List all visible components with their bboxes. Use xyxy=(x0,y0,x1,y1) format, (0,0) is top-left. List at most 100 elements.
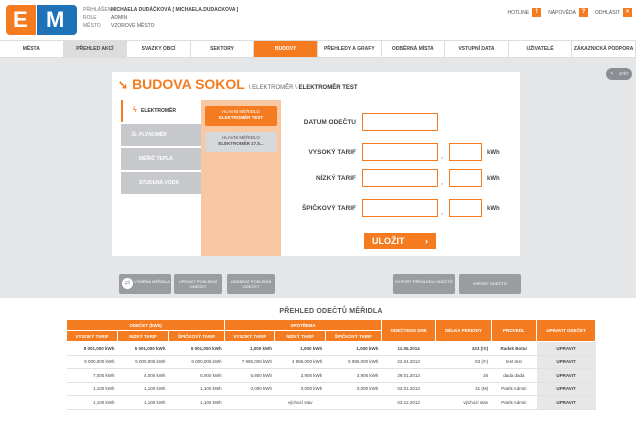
high-tariff-unit: kWh xyxy=(487,150,500,156)
table-cell: 5 995,000 kWh xyxy=(325,355,382,369)
table-cell: 83 (!!!) xyxy=(435,355,492,369)
chevron-right-icon: › xyxy=(425,236,428,246)
low-tariff-label: NÍZKÝ TARIF xyxy=(316,175,356,182)
table-cell: 0,000 kWh xyxy=(274,382,326,396)
meter-item-active[interactable]: HLAVNÍ MĚŘIDLO ELEKTROMĚR TEST xyxy=(205,106,277,126)
table-cell: 5,900 kWh xyxy=(224,368,275,383)
logout-icon[interactable]: × xyxy=(623,8,632,17)
help-icon[interactable]: ? xyxy=(578,8,588,17)
save-button[interactable]: ULOŽIT › xyxy=(364,233,436,249)
edit-reading-link[interactable]: UPRAVIT xyxy=(536,395,596,410)
nav-svazky-obci[interactable]: SVAZKY OBCÍ xyxy=(127,41,191,57)
nav-vstupni-data[interactable]: VSTUPNÍ DATA xyxy=(445,41,509,57)
col-cons-high: VYSOKÝ TARIF xyxy=(224,330,276,342)
table-cell: 1,000 kWh xyxy=(274,341,326,356)
col-peak: ŠPIČKOVÝ TARIF xyxy=(168,330,226,342)
building-name: BUDOVA SOKOL xyxy=(132,76,245,92)
col-high: VYSOKÝ TARIF xyxy=(65,330,119,342)
swap-meter-button[interactable]: ⇄ VÝMĚNA MĚŘIDLA xyxy=(119,274,171,294)
table-cell: 7 995,000 kWh xyxy=(224,355,275,369)
tab-plynomer[interactable]: ♨ PLYNOMĚR xyxy=(121,124,201,146)
back-button[interactable]: ↰ ZPĚT xyxy=(606,68,632,80)
col-low: NÍZKÝ TARIF xyxy=(117,330,170,342)
table-cell: 1,100 kWh xyxy=(66,395,118,410)
nav-mesta[interactable]: MĚSTA xyxy=(0,41,64,57)
import-readings-button[interactable]: IMPORT ODEČTŮ xyxy=(459,274,521,294)
col-date: ODEČTENO DNE xyxy=(380,319,437,342)
table-cell xyxy=(224,395,275,410)
table-row: 8 001,000 kWh 5 001,000 kWh 6 001,000 kWh 1… xyxy=(66,341,596,356)
edit-reading-link[interactable]: UPRAVIT xyxy=(536,382,596,396)
table-cell: Radek Botur xyxy=(491,341,537,356)
tab-elektromer[interactable]: ϟ ELEKTROMĚR xyxy=(121,100,201,122)
app-logo[interactable]: E M xyxy=(6,5,78,35)
nav-odberna-mista[interactable]: ODBĚRNÁ MÍSTA xyxy=(382,41,446,57)
meter-list: HLAVNÍ MĚŘIDLO ELEKTROMĚR TEST HLAVNÍ MĚŘ… xyxy=(201,100,281,256)
edit-reading-link[interactable]: UPRAVIT xyxy=(536,355,596,369)
role-value: ADMIN xyxy=(111,15,128,21)
table-cell: 4 996,000 kWh xyxy=(274,355,326,369)
table-row: 7,000 kWh 4,000 kWh 5,000 kWh 5,900 kWh 2,90… xyxy=(66,368,596,383)
table-cell: 1,100 kWh xyxy=(117,382,169,396)
table-cell: 6 001,000 kWh xyxy=(168,341,225,356)
table-cell: Patrik Admin xyxy=(491,382,537,396)
nav-budovy[interactable]: BUDOVY xyxy=(254,41,318,57)
date-input[interactable] xyxy=(362,113,438,131)
role-label: ROLE xyxy=(83,15,97,21)
logged-label: PŘIHLÁŠEN xyxy=(83,7,112,13)
group-header-reading: ODEČET (kWh) xyxy=(65,319,226,331)
table-cell: 8 000,000 kWh xyxy=(66,355,118,369)
col-cons-peak: ŠPIČKOVÝ TARIF xyxy=(324,330,382,342)
hotline-icon[interactable]: ! xyxy=(532,8,542,17)
nav-uzivatele[interactable]: UŽIVATELÉ xyxy=(509,41,573,57)
table-cell: test test xyxy=(491,355,537,369)
peak-tariff-int-input[interactable] xyxy=(362,199,438,217)
table-cell: 5,000 kWh xyxy=(168,368,225,383)
help-link[interactable]: NÁPOVĚDA xyxy=(548,10,576,16)
table-cell: 26 xyxy=(435,368,492,383)
flame-icon: ♨ xyxy=(131,131,138,138)
back-icon: ↰ xyxy=(610,71,614,76)
edit-last-reading-button[interactable]: UPRAVIT POSLEDNÍ ODEČET xyxy=(174,274,222,294)
table-cell: výchozí stav xyxy=(435,395,492,410)
page-title: ➘ BUDOVA SOKOL \ ELEKTROMĚR \ ELEKTROMĚR… xyxy=(118,76,358,92)
meter-item[interactable]: HLAVNÍ MĚŘIDLO ELEKTROMĚR 17.5... xyxy=(205,132,277,152)
tab-meric-tepla[interactable]: MĚŘIČ TEPLA xyxy=(121,148,201,170)
app-header: E M PŘIHLÁŠEN MICHAELA DUDÁČKOVÁ [ MICHAE… xyxy=(0,0,636,40)
nav-zakaznicka-podpora[interactable]: ZÁKAZNICKÁ PODPORA xyxy=(572,41,636,57)
edit-reading-link[interactable]: UPRAVIT xyxy=(536,368,596,383)
table-cell: 8 001,000 kWh xyxy=(66,341,118,356)
table-title: PŘEHLED ODEČTŮ MĚŘIDLA xyxy=(279,308,383,315)
readings-table: ODEČET (kWh) SPOTŘEBA ODEČTENO DNE DÉLKA… xyxy=(65,319,596,410)
main-nav: MĚSTA PŘEHLED AKCÍ SVAZKY OBCÍ SEKTORY B… xyxy=(0,40,636,58)
high-tariff-int-input[interactable] xyxy=(362,143,438,161)
table-cell: 03.12.2012 xyxy=(381,395,436,410)
table-cell: 4,000 kWh xyxy=(117,368,169,383)
delete-last-reading-button[interactable]: ODEBRAT POSLEDNÍ ODEČET xyxy=(227,274,275,294)
logout-link[interactable]: ODHLÁSIT xyxy=(595,10,620,16)
export-readings-button[interactable]: EXPORT PŘEHLEDU ODEČTŮ xyxy=(393,274,455,294)
table-cell: 1,000 kWh xyxy=(224,341,275,356)
col-edit: UPRAVIT ODEČET xyxy=(536,319,596,342)
table-cell: 29.01.2013 xyxy=(381,368,436,383)
hotline-link[interactable]: HOTLINE xyxy=(508,10,530,16)
tab-studena-voda[interactable]: STUDENÁ VODA xyxy=(121,172,201,194)
nav-prehledy-grafy[interactable]: PŘEHLEDY A GRAFY xyxy=(318,41,382,57)
nav-sektory[interactable]: SEKTORY xyxy=(191,41,255,57)
table-cell: 323 (!!!) xyxy=(435,341,492,356)
edit-reading-link[interactable]: UPRAVIT xyxy=(536,341,596,356)
low-tariff-int-input[interactable] xyxy=(362,169,438,187)
table-cell: dada dada xyxy=(491,368,537,383)
table-cell: 0,000 kWh xyxy=(325,382,382,396)
nav-prehled-akci[interactable]: PŘEHLED AKCÍ xyxy=(63,41,128,57)
table-cell xyxy=(325,395,382,410)
group-header-consumption: SPOTŘEBA xyxy=(224,319,382,331)
high-tariff-dec-input[interactable] xyxy=(449,143,482,161)
table-cell: výchozí stav xyxy=(274,395,326,410)
breadcrumb-meter-type[interactable]: \ ELEKTROMĚR \ xyxy=(249,85,297,91)
table-cell: 2,900 kWh xyxy=(274,368,326,383)
col-by: PROVEDL xyxy=(490,319,538,342)
peak-tariff-dec-input[interactable] xyxy=(449,199,482,217)
table-cell: 5 000,000 kWh xyxy=(117,355,169,369)
low-tariff-dec-input[interactable] xyxy=(449,169,482,187)
